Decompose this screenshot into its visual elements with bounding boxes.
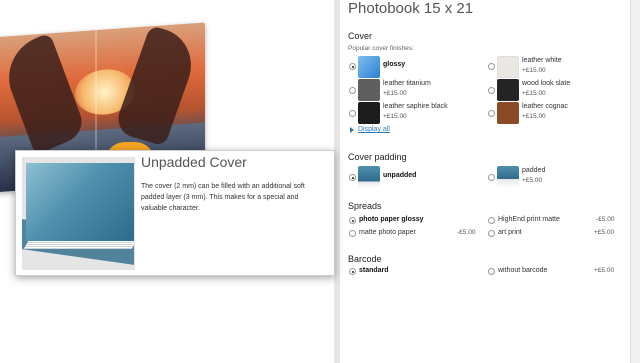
chevron-right-icon: [350, 127, 354, 133]
spreads-option-art-print-radio[interactable]: [488, 230, 495, 237]
spreads-heading: Spreads: [348, 201, 382, 211]
padding-option-price: +£5.00: [522, 177, 543, 184]
tooltip-text: The cover (2 mm) can be filled with an a…: [141, 183, 305, 212]
leather-cognac-swatch[interactable]: [497, 102, 519, 124]
cover-option-glossy-radio[interactable]: [349, 63, 356, 70]
options-panel: [340, 0, 640, 363]
spreads-option-price: -£5.00: [457, 229, 476, 236]
product-title: Photobook 15 x 21: [348, 0, 474, 17]
cover-option-label[interactable]: leather cognac: [522, 103, 568, 110]
leather-white-swatch[interactable]: [497, 56, 519, 78]
barcode-option-price: +£5.00: [594, 267, 615, 274]
cover-option-label[interactable]: leather saphire black: [383, 103, 448, 110]
padding-option-padded-radio[interactable]: [488, 174, 495, 181]
spreads-option-photo-paper-glossy-radio[interactable]: [349, 217, 356, 224]
spreads-option-price: +£5.00: [594, 229, 615, 236]
padding-heading: Cover padding: [348, 152, 407, 162]
glossy-swatch[interactable]: [358, 56, 380, 78]
barcode-heading: Barcode: [348, 254, 382, 264]
scrollbar[interactable]: [630, 0, 640, 363]
cover-option-price: +£15.00: [522, 113, 546, 120]
display-all-link[interactable]: Display all: [358, 126, 390, 133]
barcode-option-without-barcode-radio[interactable]: [488, 268, 495, 275]
cover-option-leather-white-radio[interactable]: [488, 63, 495, 70]
cover-option-label[interactable]: leather white: [522, 57, 562, 64]
padding-option-unpadded-radio[interactable]: [349, 174, 356, 181]
cover-option-leather-cognac-radio[interactable]: [488, 110, 495, 117]
spreads-option-label[interactable]: matte photo paper: [359, 229, 416, 236]
spreads-option-label[interactable]: HighEnd print matte: [498, 216, 560, 223]
cover-option-price: +£15.00: [383, 90, 407, 97]
cover-option-label[interactable]: glossy: [383, 61, 405, 68]
wood-look-slate-swatch[interactable]: [497, 79, 519, 101]
cover-heading: Cover: [348, 31, 373, 41]
spreads-option-highend-print-matte-radio[interactable]: [488, 217, 495, 224]
tooltip-title: Unpadded Cover: [141, 154, 247, 170]
cover-option-leather-saphire-black-radio[interactable]: [349, 110, 356, 117]
cover-option-label[interactable]: leather titanium: [383, 80, 431, 87]
barcode-option-label[interactable]: without barcode: [498, 267, 547, 274]
leather-saphire-black-swatch[interactable]: [358, 102, 380, 124]
padded-swatch[interactable]: [497, 166, 519, 188]
cover-subheading: Popular cover finishes:: [348, 45, 414, 52]
barcode-option-standard-radio[interactable]: [349, 268, 356, 275]
leather-titanium-swatch[interactable]: [358, 79, 380, 101]
info-tooltip: Unpadded Cover The cover (2 mm) can be f…: [15, 150, 335, 276]
cover-option-wood-look-slate-radio[interactable]: [488, 87, 495, 94]
unpadded-swatch[interactable]: [358, 166, 380, 188]
unpadded-cover-image: [22, 157, 135, 270]
spreads-option-price: -£5.00: [596, 216, 615, 223]
padding-option-label[interactable]: padded: [522, 167, 545, 174]
spreads-option-label[interactable]: photo paper glossy: [359, 216, 424, 223]
barcode-option-label[interactable]: standard: [359, 267, 389, 274]
spreads-option-matte-photo-paper-radio[interactable]: [349, 230, 356, 237]
spreads-option-label[interactable]: art print: [498, 229, 522, 236]
cover-option-price: +£15.00: [522, 67, 546, 74]
cover-option-price: +£15.00: [522, 90, 546, 97]
cover-option-price: +£15.00: [383, 113, 407, 120]
padding-option-label[interactable]: unpadded: [383, 172, 416, 179]
cover-option-label[interactable]: wood look slate: [522, 80, 570, 87]
cover-option-leather-titanium-radio[interactable]: [349, 87, 356, 94]
